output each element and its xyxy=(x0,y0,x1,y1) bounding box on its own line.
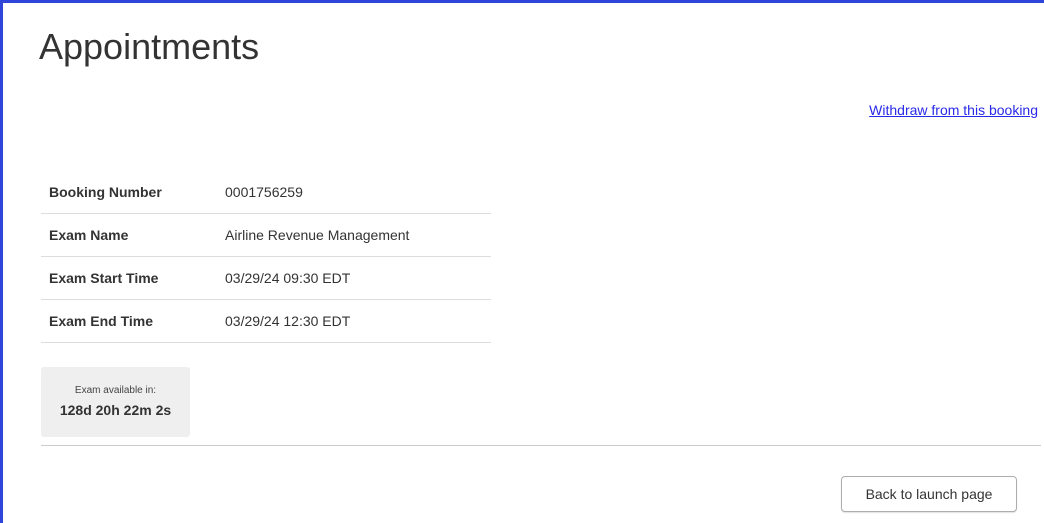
back-to-launch-page-button[interactable]: Back to launch page xyxy=(841,476,1017,512)
page-frame: Appointments Withdraw from this booking … xyxy=(0,0,1044,523)
page-title: Appointments xyxy=(39,26,260,67)
booking-number-label: Booking Number xyxy=(41,171,217,214)
countdown-label: Exam available in: xyxy=(74,385,157,396)
exam-countdown-box: Exam available in: 128d 20h 22m 2s xyxy=(41,367,190,437)
exam-name-label: Exam Name xyxy=(41,213,217,257)
table-row: Exam End Time 03/29/24 12:30 EDT xyxy=(41,299,491,343)
table-row: Exam Name Airline Revenue Management xyxy=(41,213,491,257)
booking-number-value: 0001756259 xyxy=(217,171,491,214)
countdown-value: 128d 20h 22m 2s xyxy=(59,402,172,418)
booking-details-table: Booking Number 0001756259 Exam Name Airl… xyxy=(41,171,491,343)
exam-start-time-value: 03/29/24 09:30 EDT xyxy=(217,256,491,300)
exam-start-time-label: Exam Start Time xyxy=(41,256,217,300)
section-divider xyxy=(41,445,1041,446)
exam-end-time-value: 03/29/24 12:30 EDT xyxy=(217,299,491,343)
withdraw-booking-link[interactable]: Withdraw from this booking xyxy=(869,102,1038,118)
exam-name-value: Airline Revenue Management xyxy=(217,213,491,257)
table-row: Booking Number 0001756259 xyxy=(41,171,491,214)
table-row: Exam Start Time 03/29/24 09:30 EDT xyxy=(41,256,491,300)
exam-end-time-label: Exam End Time xyxy=(41,299,217,343)
